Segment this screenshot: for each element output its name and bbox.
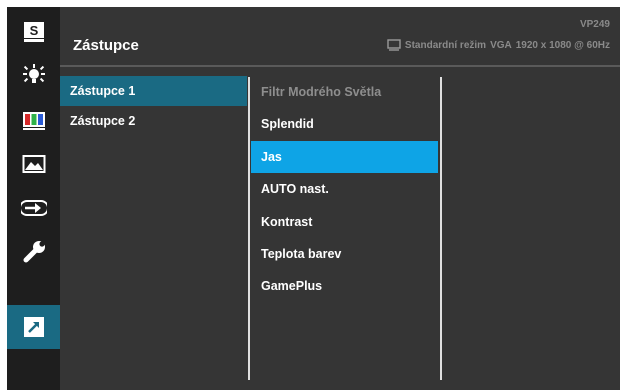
model-name: VP249 bbox=[579, 19, 610, 30]
sidebar-item-input[interactable] bbox=[7, 186, 60, 230]
shortcut-arrow-icon bbox=[23, 317, 44, 337]
header: Zástupce VP249 Standardní režim VGA 1920… bbox=[60, 7, 620, 63]
input-source: VGA bbox=[490, 39, 512, 51]
option-color-temperature[interactable]: Teplota barev bbox=[251, 238, 438, 270]
option-splendid[interactable]: Splendid bbox=[251, 108, 438, 140]
sidebar-item-color[interactable] bbox=[7, 98, 60, 142]
display-mode: Standardní režim bbox=[404, 39, 487, 51]
sidebar-item-image[interactable] bbox=[7, 142, 60, 186]
page-title: Zástupce bbox=[73, 37, 139, 54]
submenu-item-shortcut-2[interactable]: Zástupce 2 bbox=[60, 106, 247, 136]
option-auto-adjust[interactable]: AUTO nast. bbox=[251, 173, 438, 205]
wrench-icon bbox=[23, 241, 45, 263]
main-area: Zástupce VP249 Standardní režim VGA 1920… bbox=[60, 7, 620, 390]
options-list: Filtr Modrého Světla Splendid Jas AUTO n… bbox=[251, 76, 438, 303]
submenu-list: Zástupce 1 Zástupce 2 bbox=[60, 76, 247, 136]
s-box-icon: S bbox=[23, 22, 44, 42]
option-brightness[interactable]: Jas bbox=[251, 140, 438, 174]
sidebar-item-splendid[interactable]: S bbox=[7, 10, 60, 54]
header-divider bbox=[60, 65, 620, 67]
monitor-icon bbox=[387, 39, 401, 51]
resolution: 1920 x 1080 @ 60Hz bbox=[515, 39, 610, 51]
submenu-item-shortcut-1[interactable]: Zástupce 1 bbox=[60, 76, 247, 106]
option-contrast[interactable]: Kontrast bbox=[251, 206, 438, 238]
color-bars-icon bbox=[22, 112, 45, 130]
osd-panel: S Zástupce VP249 Standardní režim VGA 19… bbox=[7, 7, 620, 390]
status-bar: Standardní režim VGA 1920 x 1080 @ 60Hz bbox=[387, 39, 610, 51]
svg-text:S: S bbox=[29, 23, 38, 38]
sun-bulb-icon bbox=[22, 64, 45, 83]
column-divider bbox=[440, 77, 442, 380]
sidebar-item-shortcut[interactable] bbox=[7, 305, 60, 349]
input-arrow-icon bbox=[20, 200, 47, 216]
sidebar-item-system[interactable] bbox=[7, 230, 60, 274]
column-divider bbox=[248, 77, 250, 380]
option-gameplus[interactable]: GamePlus bbox=[251, 270, 438, 302]
option-blue-light-filter: Filtr Modrého Světla bbox=[261, 85, 382, 99]
mountain-picture-icon bbox=[22, 155, 45, 173]
sidebar: S bbox=[7, 7, 60, 390]
sidebar-item-blue-light[interactable] bbox=[7, 54, 60, 98]
